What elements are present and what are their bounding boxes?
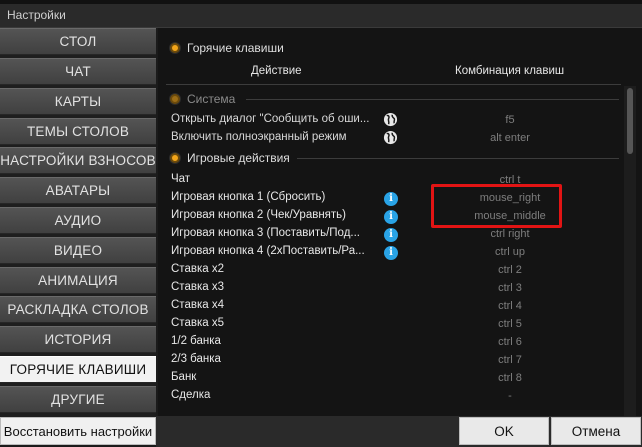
column-header-combination: Комбинация клавиш <box>455 65 565 77</box>
sidebar-item-history[interactable]: ИСТОРИЯ <box>0 326 156 353</box>
column-header-action: Действие <box>251 65 302 77</box>
info-icon[interactable]: i <box>384 228 398 242</box>
sidebar-item-cards[interactable]: КАРТЫ <box>0 88 156 115</box>
hotkey-value[interactable]: ctrl up <box>445 246 575 258</box>
info-icon[interactable]: i <box>384 192 398 206</box>
info-icon[interactable]: i <box>384 210 398 224</box>
hotkey-label: Чат <box>171 173 191 185</box>
hotkey-value[interactable]: ctrl 2 <box>445 264 575 276</box>
section-divider <box>297 158 619 159</box>
sidebar-item-chat[interactable]: ЧАТ <box>0 58 156 85</box>
title-bar: Настройки <box>0 4 642 28</box>
window-title: Настройки <box>7 8 66 22</box>
hotkey-label: Игровая кнопка 4 (2хПоставить/Ра... <box>171 245 365 257</box>
hotkey-label: Банк <box>171 371 197 383</box>
restore-settings-button[interactable]: Восстановить настройки <box>0 417 156 445</box>
sidebar: СТОЛ ЧАТ КАРТЫ ТЕМЫ СТОЛОВ НАСТРОЙКИ ВЗН… <box>0 28 156 444</box>
hotkey-label: Ставка x3 <box>171 281 224 293</box>
hotkey-label: Открыть диалог "Сообщить об оши... <box>171 113 370 125</box>
hotkey-value[interactable]: alt enter <box>445 132 575 144</box>
info-icon[interactable]: i <box>384 246 398 260</box>
hotkey-label: Ставка x4 <box>171 299 224 311</box>
hotkey-value[interactable]: ctrl right <box>445 228 575 240</box>
section-bullet-icon <box>170 42 180 53</box>
hotkey-label: 1/2 банка <box>171 335 221 347</box>
sidebar-item-hotkeys[interactable]: ГОРЯЧИЕ КЛАВИШИ <box>0 356 156 383</box>
sidebar-item-other[interactable]: ДРУГИЕ <box>0 386 156 413</box>
section-game-actions[interactable]: Игровые действия <box>170 151 290 165</box>
sidebar-item-table-themes[interactable]: ТЕМЫ СТОЛОВ <box>0 118 156 145</box>
section-bullet-icon <box>170 93 180 104</box>
panel-title: Горячие клавиши <box>170 41 284 55</box>
hotkey-value[interactable]: ctrl 6 <box>445 336 575 348</box>
hotkey-label: Игровая кнопка 1 (Сбросить) <box>171 191 326 203</box>
highlight-box <box>431 184 562 228</box>
hotkey-label: Сделка <box>171 389 211 401</box>
sidebar-item-audio[interactable]: АУДИО <box>0 207 156 234</box>
hotkey-label: 2/3 банка <box>171 353 221 365</box>
hotkey-label: Включить полноэкранный режим <box>171 131 347 143</box>
hotkey-value[interactable]: ctrl 5 <box>445 318 575 330</box>
section-divider <box>246 99 619 100</box>
scrollbar-thumb[interactable] <box>627 88 633 154</box>
sidebar-item-animation[interactable]: АНИМАЦИЯ <box>0 267 156 294</box>
hotkey-value[interactable]: ctrl 4 <box>445 300 575 312</box>
sidebar-item-table[interactable]: СТОЛ <box>0 28 156 55</box>
hotkey-value[interactable]: ctrl 7 <box>445 354 575 366</box>
cancel-button[interactable]: Отмена <box>551 417 641 445</box>
hotkey-label: Ставка x5 <box>171 317 224 329</box>
hotkey-value[interactable]: ctrl 8 <box>445 372 575 384</box>
hotkey-label: Игровая кнопка 3 (Поставить/Под... <box>171 227 360 239</box>
header-divider <box>166 84 621 85</box>
section-system[interactable]: Система <box>170 92 235 106</box>
hotkey-label: Ставка x2 <box>171 263 224 275</box>
ok-button[interactable]: OK <box>459 417 549 445</box>
sidebar-item-video[interactable]: ВИДЕО <box>0 237 156 264</box>
sidebar-item-buyin-settings[interactable]: НАСТРОЙКИ ВЗНОСОВ <box>0 147 156 174</box>
hotkey-value[interactable]: f5 <box>445 114 575 126</box>
hotkey-value[interactable]: - <box>445 390 575 402</box>
sidebar-item-table-layout[interactable]: РАСКЛАДКА СТОЛОВ <box>0 296 156 323</box>
globe-icon[interactable] <box>383 112 398 127</box>
hotkey-label: Игровая кнопка 2 (Чек/Уравнять) <box>171 209 346 221</box>
section-bullet-icon <box>170 152 180 163</box>
globe-icon[interactable] <box>383 130 398 145</box>
sidebar-item-avatars[interactable]: АВАТАРЫ <box>0 177 156 204</box>
hotkey-value[interactable]: ctrl 3 <box>445 282 575 294</box>
